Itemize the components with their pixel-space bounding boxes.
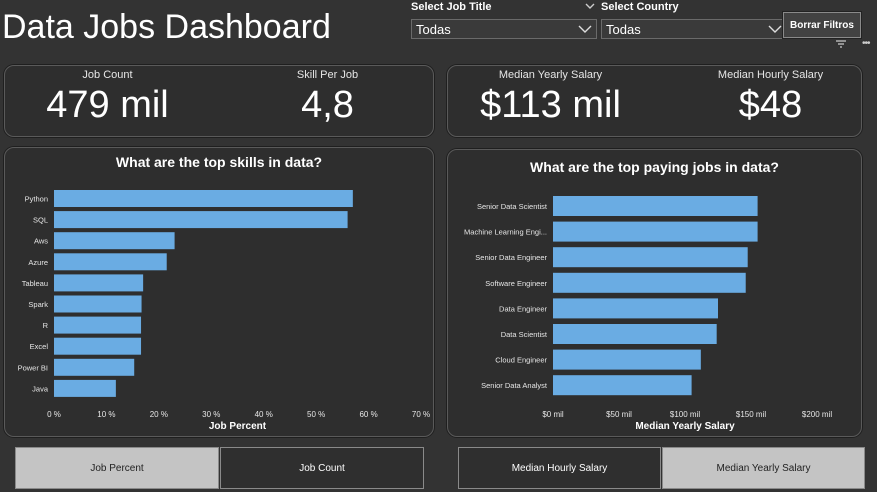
job-title-value: Todas	[416, 21, 451, 37]
more-options-icon[interactable]: •••	[862, 38, 870, 49]
bar	[54, 232, 175, 250]
toggle-median-hourly[interactable]: Median Hourly Salary	[458, 447, 661, 489]
category-label: Senior Data Scientist	[477, 202, 548, 211]
tick-label: 10 %	[97, 410, 115, 419]
kpi-label: Median Yearly Salary	[498, 69, 603, 81]
page-title: Data Jobs Dashboard	[2, 8, 331, 46]
tick-label: 0 %	[47, 410, 61, 419]
tick-label: 70 %	[412, 410, 430, 419]
job-title-dropdown[interactable]: Todas	[411, 19, 597, 39]
bar	[553, 298, 718, 319]
tick-label: 60 %	[359, 410, 377, 419]
bar	[54, 253, 167, 271]
category-label: Data Engineer	[499, 304, 547, 313]
chevron-down-icon[interactable]	[585, 1, 595, 11]
kpi-job-count: Job Count 479 mil	[15, 69, 200, 127]
axis-title: Job Percent	[209, 421, 267, 432]
country-slicer: Select Country Todas	[601, 1, 787, 39]
bar	[553, 272, 746, 293]
category-label: R	[43, 321, 49, 330]
kpi-card-salary: Median Yearly Salary $113 mil Median Hou…	[447, 65, 862, 137]
salary-bar-chart: Senior Data Scientist Machine Learning En…	[464, 196, 832, 432]
category-label: Python	[25, 195, 48, 204]
category-label: Excel	[30, 342, 49, 351]
bar	[54, 211, 348, 229]
kpi-label: Median Hourly Salary	[717, 69, 824, 81]
toggle-median-yearly[interactable]: Median Yearly Salary	[662, 447, 865, 489]
filter-icon[interactable]	[835, 39, 847, 49]
axis-title: Median Yearly Salary	[635, 421, 735, 432]
category-label: Machine Learning Engi...	[464, 228, 547, 237]
salary-chart-card: What are the top paying jobs in data? Se…	[447, 149, 862, 437]
chevron-down-icon	[578, 25, 592, 33]
tick-label: $200 mil	[802, 410, 832, 419]
toggle-job-percent[interactable]: Job Percent	[15, 447, 219, 489]
kpi-value: 479 mil	[46, 84, 169, 126]
category-label: Java	[32, 384, 49, 393]
bar	[553, 375, 692, 396]
kpi-label: Job Count	[82, 69, 133, 81]
tick-label: $50 mil	[606, 410, 632, 419]
category-label: Azure	[28, 258, 48, 267]
skills-bar-chart: Python SQL Aws Azure Tableau Spark R Excel Power…	[18, 190, 430, 432]
category-label: Senior Data Analyst	[481, 381, 548, 390]
bar	[553, 349, 701, 370]
category-label: Spark	[28, 300, 48, 309]
toggle-job-count[interactable]: Job Count	[220, 447, 424, 489]
skills-chart-card: What are the top skills in data? Python S…	[4, 147, 434, 437]
category-label: Data Scientist	[501, 330, 548, 339]
country-slicer-label: Select Country	[601, 1, 679, 13]
chevron-down-icon	[768, 25, 782, 33]
tick-label: 30 %	[202, 410, 220, 419]
tick-label: $0 mil	[542, 410, 564, 419]
kpi-value: $48	[738, 84, 803, 126]
country-dropdown[interactable]: Todas	[601, 19, 787, 39]
tick-label: 20 %	[150, 410, 168, 419]
tick-label: $150 mil	[736, 410, 766, 419]
kpi-median-hourly: Median Hourly Salary $48	[673, 69, 868, 127]
category-label: Aws	[34, 237, 48, 246]
bar	[54, 274, 144, 292]
kpi-median-yearly: Median Yearly Salary $113 mil	[453, 69, 648, 127]
bar	[54, 358, 135, 376]
category-label: SQL	[33, 216, 48, 225]
bar	[54, 337, 142, 355]
bar	[553, 247, 748, 268]
category-label: Power BI	[18, 363, 48, 372]
category-label: Cloud Engineer	[495, 356, 547, 365]
job-title-slicer: Select Job Title Todas	[411, 1, 597, 39]
bar	[553, 324, 717, 344]
kpi-skill-per-job: Skill Per Job 4,8	[240, 69, 415, 127]
tick-label: 40 %	[255, 410, 273, 419]
kpi-value: $113 mil	[480, 84, 621, 126]
bar	[54, 190, 353, 207]
kpi-label: Skill Per Job	[296, 69, 359, 81]
bar	[553, 196, 758, 216]
bar	[54, 316, 142, 334]
category-label: Senior Data Engineer	[475, 253, 547, 262]
bar	[54, 379, 116, 397]
tick-label: $100 mil	[670, 410, 700, 419]
tick-label: 50 %	[307, 410, 325, 419]
category-label: Tableau	[22, 279, 48, 288]
job-title-slicer-label: Select Job Title	[411, 1, 492, 13]
clear-filters-button[interactable]: Borrar Filtros	[783, 12, 861, 38]
kpi-card-jobs: Job Count 479 mil Skill Per Job 4,8	[4, 65, 434, 137]
bar	[54, 295, 142, 313]
country-value: Todas	[606, 21, 641, 37]
kpi-value: 4,8	[301, 84, 354, 126]
category-label: Software Engineer	[485, 279, 547, 288]
bar	[553, 221, 758, 242]
